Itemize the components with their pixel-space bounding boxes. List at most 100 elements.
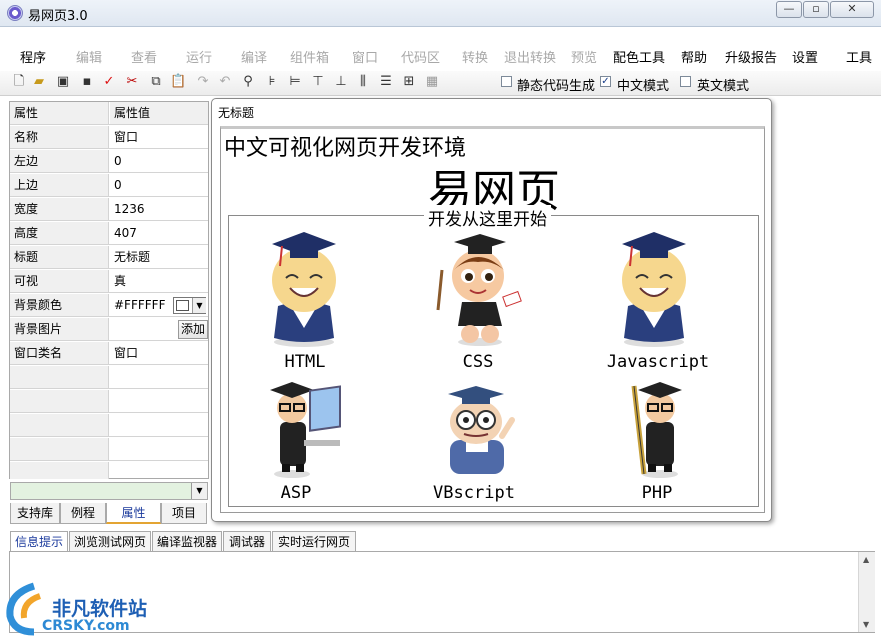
english-mode-checkbox[interactable]: [680, 76, 691, 87]
static-code-checkbox[interactable]: [501, 76, 512, 87]
property-row[interactable]: 宽度 1236: [10, 198, 208, 221]
menu-code-area[interactable]: 代码区: [401, 47, 440, 66]
property-header: 属性 属性值: [10, 102, 208, 125]
menu-convert[interactable]: 转换: [462, 47, 488, 66]
menu-compile[interactable]: 编译: [241, 47, 267, 66]
align-top-icon[interactable]: ⊤: [310, 74, 326, 90]
php-label[interactable]: PHP: [617, 483, 697, 503]
property-row-empty: [10, 414, 208, 437]
javascript-label[interactable]: Javascript: [598, 352, 718, 372]
check-icon[interactable]: ✓: [101, 74, 117, 90]
css-mascot-icon[interactable]: [432, 230, 524, 348]
align-left-icon[interactable]: ⊧: [264, 74, 280, 90]
menu-run[interactable]: 运行: [186, 47, 212, 66]
scroll-up-icon[interactable]: ▲: [863, 555, 869, 564]
property-value[interactable]: 无标题: [110, 246, 208, 268]
property-key: 高度: [10, 222, 109, 244]
menu-help[interactable]: 帮助: [681, 47, 707, 66]
cut-icon[interactable]: ✂: [124, 74, 140, 90]
minimize-button[interactable]: —: [776, 1, 802, 18]
php-mascot-icon[interactable]: [622, 382, 698, 480]
property-value[interactable]: 407: [110, 222, 208, 244]
tab-examples[interactable]: 例程: [60, 503, 106, 524]
property-row[interactable]: 高度 407: [10, 222, 208, 245]
redo-icon[interactable]: ↷: [195, 74, 211, 90]
tab-compile-monitor[interactable]: 编译监视器: [152, 531, 222, 552]
menu-tools[interactable]: 工具: [846, 47, 872, 66]
menu-settings[interactable]: 设置: [792, 47, 818, 66]
open-project-icon[interactable]: ▣: [55, 74, 71, 90]
html-label[interactable]: HTML: [265, 352, 345, 372]
tab-project[interactable]: 项目: [161, 503, 207, 524]
vbscript-label[interactable]: VBscript: [424, 483, 524, 503]
close-icon: ✕: [847, 2, 857, 15]
property-value[interactable]: 0: [110, 174, 208, 196]
log-scrollbar[interactable]: ▲ ▼: [858, 552, 875, 632]
save-icon[interactable]: ▪: [79, 74, 95, 90]
property-row[interactable]: 上边 0: [10, 174, 208, 197]
javascript-mascot-icon[interactable]: [612, 228, 696, 348]
design-window-title: 无标题: [218, 106, 255, 120]
tab-realtime-run[interactable]: 实时运行网页: [272, 531, 356, 552]
new-file-icon[interactable]: 🗋: [11, 74, 27, 90]
grid-icon[interactable]: ▦: [424, 74, 440, 90]
add-image-button[interactable]: 添加: [178, 320, 208, 339]
open-folder-icon[interactable]: ▰: [31, 74, 47, 90]
property-row-empty: [10, 366, 208, 389]
tab-support-library[interactable]: 支持库: [10, 503, 60, 524]
undo-icon[interactable]: ↶: [217, 74, 233, 90]
menu-components[interactable]: 组件箱: [290, 47, 329, 66]
menu-program[interactable]: 程序: [20, 47, 46, 66]
close-button[interactable]: ✕: [830, 1, 874, 18]
property-key: 上边: [10, 174, 109, 196]
asp-label[interactable]: ASP: [256, 483, 336, 503]
menu-upgrade-report[interactable]: 升级报告: [725, 47, 777, 66]
property-row[interactable]: 名称 窗口: [10, 126, 208, 149]
menu-view[interactable]: 查看: [131, 47, 157, 66]
property-row[interactable]: 背景颜色 #FFFFFF ▼: [10, 294, 208, 317]
align-center-h-icon[interactable]: ⫼: [355, 74, 371, 90]
dropdown-arrow-icon[interactable]: ▼: [191, 483, 207, 499]
same-size-icon[interactable]: ⊞: [401, 74, 417, 90]
menu-color-tool[interactable]: 配色工具: [613, 47, 665, 66]
property-value[interactable]: 1236: [110, 198, 208, 220]
align-center-v-icon[interactable]: ☰: [378, 74, 394, 90]
paste-icon[interactable]: 📋: [170, 74, 186, 90]
chinese-mode-checkbox[interactable]: ✓: [600, 76, 611, 87]
window-title: 易网页3.0: [28, 9, 88, 24]
menu-preview[interactable]: 预览: [571, 47, 597, 66]
property-row[interactable]: 背景图片 添加: [10, 318, 208, 341]
html-mascot-icon[interactable]: [262, 228, 346, 348]
component-select[interactable]: ▼: [10, 482, 208, 500]
app-icon[interactable]: [7, 5, 23, 21]
menu-edit[interactable]: 编辑: [76, 47, 102, 66]
align-right-icon[interactable]: ⊨: [287, 74, 303, 90]
asp-mascot-icon[interactable]: [258, 382, 348, 480]
tab-properties[interactable]: 属性: [106, 503, 161, 524]
property-row[interactable]: 窗口类名 窗口: [10, 342, 208, 365]
property-value[interactable]: 0: [110, 150, 208, 172]
find-icon[interactable]: ⚲: [240, 74, 256, 90]
maximize-button[interactable]: ▫: [803, 1, 829, 18]
scroll-down-icon[interactable]: ▼: [863, 620, 869, 629]
tab-info[interactable]: 信息提示: [10, 531, 68, 552]
property-value[interactable]: 真: [110, 270, 208, 292]
maximize-icon: ▫: [812, 2, 820, 15]
tab-browse-test[interactable]: 浏览测试网页: [69, 531, 151, 552]
property-row[interactable]: 可视 真: [10, 270, 208, 293]
css-label[interactable]: CSS: [438, 352, 518, 372]
vbscript-mascot-icon[interactable]: [436, 386, 520, 482]
menu-exit-convert[interactable]: 退出转换: [504, 47, 556, 66]
menu-window[interactable]: 窗口: [352, 47, 378, 66]
property-header-value: 属性值: [110, 102, 208, 124]
align-bottom-icon[interactable]: ⊥: [333, 74, 349, 90]
property-row[interactable]: 左边 0: [10, 150, 208, 173]
property-value[interactable]: 窗口: [110, 126, 208, 148]
dropdown-arrow-icon[interactable]: ▼: [192, 298, 206, 313]
watermark-line2: CRSKY.com: [42, 618, 130, 634]
property-row[interactable]: 标题 无标题: [10, 246, 208, 269]
tab-debugger[interactable]: 调试器: [223, 531, 271, 552]
property-value[interactable]: 窗口: [110, 342, 208, 364]
color-picker[interactable]: ▼: [173, 297, 206, 314]
copy-icon[interactable]: ⧉: [148, 74, 164, 90]
